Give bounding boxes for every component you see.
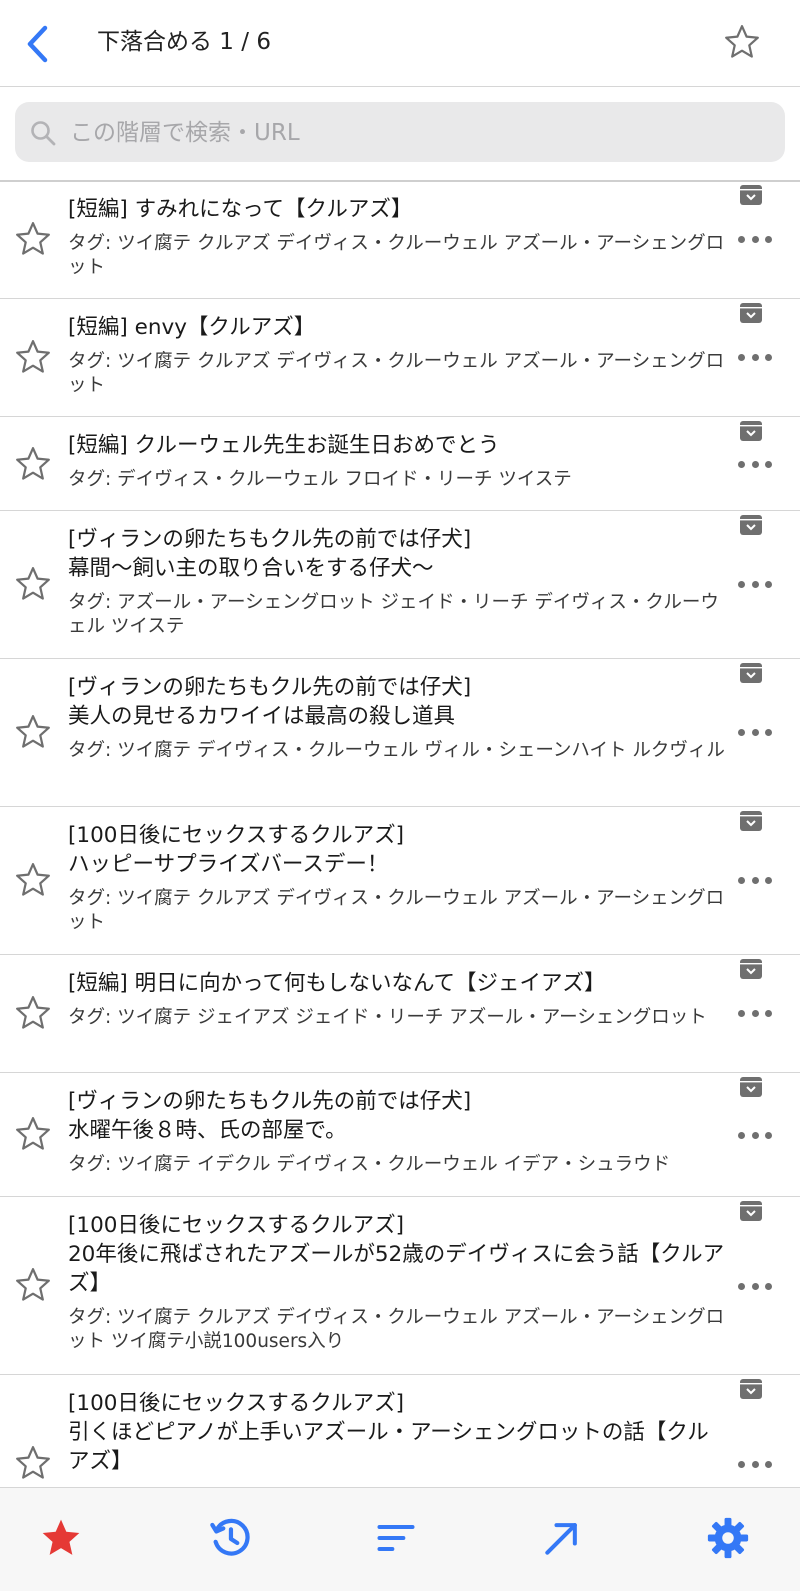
- item-tags: タグ: ツイ腐テ イデクル デイヴィス・クルーウェル イデア・シュラウド: [68, 1154, 671, 1175]
- more-options-icon[interactable]: [738, 725, 772, 739]
- archive-icon[interactable]: [740, 1379, 762, 1399]
- star-outline-icon: [16, 1117, 50, 1150]
- archive-icon[interactable]: [740, 1201, 762, 1221]
- more-options-icon[interactable]: [738, 1128, 772, 1142]
- more-options-icon[interactable]: [738, 873, 772, 887]
- more-options-icon[interactable]: [738, 1279, 772, 1293]
- row-favorite-button[interactable]: [13, 444, 53, 484]
- tab-settings[interactable]: [702, 1512, 754, 1564]
- list-item[interactable]: [100日後にセックスするクルアズ] 20年後に飛ばされたアズールが52歳のデイ…: [0, 1197, 800, 1375]
- item-tags: タグ: デイヴィス・クルーウェル フロイド・リーチ ツイステ: [68, 469, 572, 490]
- archive-icon[interactable]: [740, 185, 762, 205]
- list-item[interactable]: [ヴィランの卵たちもクル先の前では仔犬] 幕間〜飼い主の取り合いをする仔犬〜 タ…: [0, 511, 800, 659]
- star-outline-icon: [16, 996, 50, 1029]
- chevron-left-icon: [27, 25, 48, 63]
- gear-icon: [707, 1517, 749, 1559]
- search-bar-container: [0, 87, 800, 182]
- bottom-tab-bar: [0, 1487, 800, 1591]
- star-outline-icon: [725, 25, 759, 58]
- more-options-icon[interactable]: [738, 577, 772, 591]
- list-item[interactable]: [100日後にセックスするクルアズ] ハッピーサプライズバースデー！ タグ: ツ…: [0, 807, 800, 955]
- list-item[interactable]: [ヴィランの卵たちもクル先の前では仔犬] 水曜午後８時、氏の部屋で。 タグ: ツ…: [0, 1073, 800, 1197]
- item-title: [短編] すみれになって【クルアズ】: [68, 197, 413, 222]
- archive-icon[interactable]: [740, 959, 762, 979]
- item-tags: タグ: アズール・アーシェングロット ジェイド・リーチ デイヴィス・クルーウェル…: [68, 592, 719, 637]
- item-title: [100日後にセックスするクルアズ] 20年後に飛ばされたアズールが52歳のデイ…: [68, 1213, 725, 1296]
- item-tags: タグ: ツイ腐テ クルアズ デイヴィス・クルーウェル アズール・アーシェングロッ…: [68, 233, 725, 278]
- tab-favorites[interactable]: [35, 1512, 87, 1564]
- tab-history[interactable]: [204, 1512, 256, 1564]
- item-title: [短編] envy【クルアズ】: [68, 315, 316, 340]
- more-options-icon[interactable]: [738, 350, 772, 364]
- list-item[interactable]: [ヴィランの卵たちもクル先の前では仔犬] 美人の見せるカワイイは最高の殺し道具 …: [0, 659, 800, 807]
- search-icon: [31, 121, 56, 146]
- more-options-icon[interactable]: [738, 1006, 772, 1020]
- more-options-icon[interactable]: [738, 1457, 772, 1471]
- sort-icon: [377, 1524, 415, 1552]
- star-outline-icon: [16, 1268, 50, 1301]
- item-title: [ヴィランの卵たちもクル先の前では仔犬] 幕間〜飼い主の取り合いをする仔犬〜: [68, 527, 472, 581]
- item-tags: タグ: ツイ腐テ クルアズ デイヴィス・クルーウェル アズール・アーシェングロッ…: [68, 888, 725, 933]
- star-filled-icon: [42, 1519, 80, 1555]
- star-outline-icon: [16, 340, 50, 373]
- star-outline-icon: [16, 715, 50, 748]
- more-options-icon[interactable]: [738, 457, 772, 471]
- item-tags: タグ: ツイ腐テ ジェイアズ ジェイド・リーチ アズール・アーシェングロット: [68, 1007, 707, 1028]
- item-title: [短編] クルーウェル先生お誕生日おめでとう: [68, 433, 500, 458]
- row-favorite-button[interactable]: [13, 1265, 53, 1305]
- arrow-up-right-icon: [545, 1523, 577, 1555]
- row-favorite-button[interactable]: [13, 1443, 53, 1483]
- star-outline-icon: [16, 1446, 50, 1479]
- search-input[interactable]: [68, 111, 762, 155]
- item-title: [ヴィランの卵たちもクル先の前では仔犬] 美人の見せるカワイイは最高の殺し道具: [68, 675, 472, 729]
- item-tags: タグ: ツイ腐テ クルアズ デイヴィス・クルーウェル アズール・アーシェングロッ…: [68, 1307, 725, 1352]
- row-favorite-button[interactable]: [13, 993, 53, 1033]
- item-title: [短編] 明日に向かって何もしないなんて【ジェイアズ】: [68, 971, 606, 996]
- archive-icon[interactable]: [740, 303, 762, 323]
- star-outline-icon: [16, 567, 50, 600]
- archive-icon[interactable]: [740, 421, 762, 441]
- star-outline-icon: [16, 447, 50, 480]
- archive-icon[interactable]: [740, 515, 762, 535]
- row-favorite-button[interactable]: [13, 564, 53, 604]
- favorite-button[interactable]: [720, 20, 764, 64]
- item-title: [100日後にセックスするクルアズ] ハッピーサプライズバースデー！: [68, 823, 405, 877]
- list-item[interactable]: [短編] 明日に向かって何もしないなんて【ジェイアズ】 タグ: ツイ腐テ ジェイ…: [0, 955, 800, 1073]
- back-button[interactable]: [18, 22, 58, 66]
- list-item[interactable]: [100日後にセックスするクルアズ] 引くほどピアノが上手いアズール・アーシェン…: [0, 1375, 800, 1487]
- history-icon: [210, 1518, 250, 1556]
- tab-sort[interactable]: [370, 1512, 422, 1564]
- top-bar: 下落合める 1 / 6: [0, 0, 800, 87]
- row-favorite-button[interactable]: [13, 1114, 53, 1154]
- item-title: [ヴィランの卵たちもクル先の前では仔犬] 水曜午後８時、氏の部屋で。: [68, 1089, 472, 1143]
- more-options-icon[interactable]: [738, 232, 772, 246]
- list-item[interactable]: [短編] すみれになって【クルアズ】 タグ: ツイ腐テ クルアズ デイヴィス・ク…: [0, 181, 800, 299]
- archive-icon[interactable]: [740, 811, 762, 831]
- page-title: 下落合める 1 / 6: [97, 29, 271, 55]
- bookmark-list: [短編] すみれになって【クルアズ】 タグ: ツイ腐テ クルアズ デイヴィス・ク…: [0, 181, 800, 1487]
- row-favorite-button[interactable]: [13, 860, 53, 900]
- item-title: [100日後にセックスするクルアズ] 引くほどピアノが上手いアズール・アーシェン…: [68, 1391, 709, 1474]
- search-field[interactable]: [15, 102, 785, 162]
- item-tags: タグ: ツイ腐テ クルアズ デイヴィス・クルーウェル アズール・アーシェングロッ…: [68, 351, 725, 396]
- tab-jump[interactable]: [536, 1512, 588, 1564]
- archive-icon[interactable]: [740, 663, 762, 683]
- row-favorite-button[interactable]: [13, 337, 53, 377]
- list-item[interactable]: [短編] クルーウェル先生お誕生日おめでとう タグ: デイヴィス・クルーウェル …: [0, 417, 800, 511]
- row-favorite-button[interactable]: [13, 219, 53, 259]
- star-outline-icon: [16, 863, 50, 896]
- star-outline-icon: [16, 222, 50, 255]
- archive-icon[interactable]: [740, 1077, 762, 1097]
- list-item[interactable]: [短編] envy【クルアズ】 タグ: ツイ腐テ クルアズ デイヴィス・クルーウ…: [0, 299, 800, 417]
- item-tags: タグ: ツイ腐テ デイヴィス・クルーウェル ヴィル・シェーンハイト ルクヴィル: [68, 740, 725, 761]
- row-favorite-button[interactable]: [13, 712, 53, 752]
